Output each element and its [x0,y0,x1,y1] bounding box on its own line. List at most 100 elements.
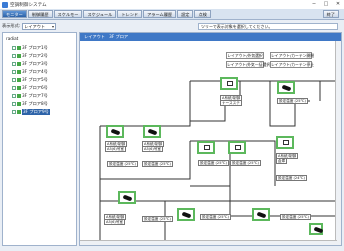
layout-panel: レイアウト 3F プロア レイアウト/外気選択 レイアウト/カーテン開閉 レイア… [79,32,342,246]
floor-icon [17,109,21,114]
minimize-icon[interactable]: ─ [310,1,318,7]
hint-text: ツリーで表示対象を選択してください。 [198,23,338,30]
floor-icon [17,69,21,74]
device-label: 倉庫 [276,158,288,164]
setpoint-label: 設定温度 (24℃) [276,175,307,181]
layout-curtain-toggle-button[interactable]: レイアウト/カーテン開閉 [270,52,314,59]
app-icon [2,1,8,8]
setpoint-label: 設定温度 (25℃) [280,214,311,220]
layout-header: レイアウト 3F プロア [80,33,341,41]
app-window: 空調制御システム ─ □ ✕ モニター 制御履歴 スケルモー スケジュール トレ… [0,0,344,251]
tree-item-label: 3F プロア4号 [22,68,48,74]
tree-item-label: 3F プロア7号 [22,92,48,98]
layout-outside-air-all-button[interactable]: レイアウト/外気一括選択 [226,61,270,68]
tree-item[interactable]: 3F プロア5号 [12,76,48,83]
setpoint-label: 設定温度 (25℃) [277,98,308,104]
checkbox-icon[interactable] [12,69,16,74]
close-icon[interactable]: ✕ [334,1,342,7]
floor-icon [17,101,21,106]
horizontal-scrollbar[interactable] [80,240,337,245]
camera-device[interactable] [220,77,238,90]
tree-item[interactable]: 3F プロア8号 [12,100,48,107]
ac-unit-icon [181,211,192,219]
ac-unit-icon [256,211,267,219]
ac-unit-icon [147,128,158,136]
title-bar: 空調制御システム ─ □ ✕ [0,0,344,9]
air-conditioner-unit[interactable] [118,191,136,204]
camera-icon [235,145,241,150]
view-mode-select[interactable]: レイアウト [22,22,57,30]
exit-button[interactable]: 終了 [322,10,339,18]
setpoint-label: 設定温度 (25℃) [107,161,138,167]
checkbox-icon[interactable] [12,45,16,50]
camera-device[interactable] [276,136,294,149]
air-conditioner-unit[interactable] [277,81,295,94]
checkbox-icon[interactable] [12,109,16,114]
tab-skelmo[interactable]: スケルモー [53,10,83,18]
tree-item-label: 3F プロア5号 [22,76,48,82]
setpoint-label: 設定温度 (25℃) [198,160,229,166]
setpoint-label: 設定温度 (25℃) [142,216,173,222]
floor-icon [17,53,21,58]
air-conditioner-unit[interactable] [252,208,270,221]
tree-item[interactable]: 3F プロア1号 [12,44,48,51]
ac-unit-icon [122,194,133,202]
setpoint-label: 設定温度 (25℃) [230,160,261,166]
floor-icon [17,93,21,98]
layout-curtain-stop-button[interactable]: レイアウト/カーテン停止 [270,61,314,68]
setpoint-label: 設定温度 (25℃) [200,214,231,220]
view-bar: 表示形式: レイアウト ツリーで表示対象を選択してください。 [0,21,344,31]
tree-root[interactable]: radiat [6,36,18,41]
checkbox-icon[interactable] [12,61,16,66]
tree-item-label: 3F プロア3号 [22,60,48,66]
tab-monitor[interactable]: モニター [2,10,27,18]
checkbox-icon[interactable] [12,85,16,90]
floor-icon [17,61,21,66]
tree-item[interactable]: 3F プロア4号 [12,68,48,75]
ac-unit-icon [281,84,292,92]
checkbox-icon[interactable] [12,93,16,98]
device-label: A5(6)号室 [142,146,164,152]
ac-unit-icon [110,128,121,136]
device-label: A5(6)号室 [105,146,127,152]
tree-item-label: 3F プロア6号 [22,84,48,90]
ac-unit-icon [313,226,324,234]
device-label: A5(6)号室 [104,219,126,225]
tree-item-selected[interactable]: 3F プロア9号 [12,108,50,115]
checkbox-icon[interactable] [12,53,16,58]
tree-item-label: 3F プロア1号 [22,44,48,50]
air-conditioner-unit[interactable] [309,223,324,235]
device-label: ナースステ [220,100,242,106]
tree-item[interactable]: 3F プロア6号 [12,84,48,91]
maximize-icon[interactable]: □ [322,1,330,7]
camera-icon [227,81,233,86]
tab-trend[interactable]: トレンド [117,10,143,18]
layout-outside-air-select-button[interactable]: レイアウト/外気選択 [226,52,264,59]
tab-alarm-history[interactable]: アラーム履歴 [143,10,177,18]
window-controls: ─ □ ✕ [310,1,342,7]
camera-device[interactable] [228,141,246,154]
camera-device[interactable] [197,141,215,154]
air-conditioner-unit[interactable] [177,208,195,221]
camera-icon [204,145,210,150]
air-conditioner-unit[interactable] [106,125,124,138]
view-mode-label: 表示形式: [2,23,21,28]
tree-item-label: 3F プロア8号 [22,100,48,106]
main-toolbar: モニター 制御履歴 スケルモー スケジュール トレンド アラーム履歴 設定 点検… [0,9,344,20]
tab-control-history[interactable]: 制御履歴 [27,10,53,18]
tab-schedule[interactable]: スケジュール [83,10,117,18]
floor-icon [17,45,21,50]
checkbox-icon[interactable] [12,101,16,106]
checkbox-icon[interactable] [12,77,16,82]
tree-item-label: 3F プロア9号 [22,108,50,115]
tree-item[interactable]: 3F プロア7号 [12,92,48,99]
vertical-scrollbar[interactable] [335,41,341,245]
tab-settings[interactable]: 設定 [177,10,194,18]
camera-icon [283,140,289,145]
tree-item[interactable]: 3F プロア3号 [12,60,48,67]
tab-inspection[interactable]: 点検 [194,10,211,18]
tree-item[interactable]: 3F プロア2号 [12,52,48,59]
setpoint-label: 設定温度 (25℃) [142,161,173,167]
floor-icon [17,77,21,82]
air-conditioner-unit[interactable] [143,125,161,138]
